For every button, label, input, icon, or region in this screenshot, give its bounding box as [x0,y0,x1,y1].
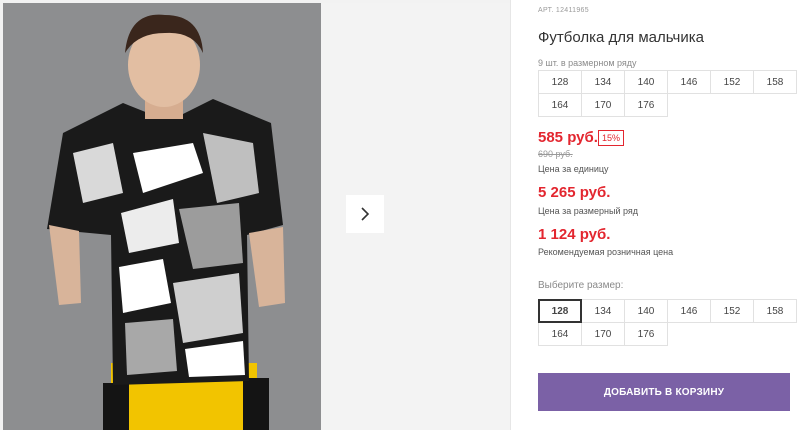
size-option-selected[interactable]: 128 [538,299,582,323]
range-size-cell: 176 [624,93,668,117]
retail-price-caption: Рекомендуемая розничная цена [538,247,674,257]
size-option[interactable]: 152 [710,299,754,323]
size-option[interactable]: 164 [538,322,582,346]
discount-badge: 15% [598,130,625,146]
range-size-cell: 164 [538,93,582,117]
boy-in-tshirt-illustration [3,3,321,430]
unit-price: 585 руб. [538,129,598,146]
product-title: Футболка для мальчика [538,29,704,46]
size-option[interactable]: 134 [581,299,625,323]
size-option[interactable]: 146 [667,299,711,323]
size-option[interactable]: 170 [581,322,625,346]
product-photo [3,3,321,430]
size-option[interactable]: 176 [624,322,668,346]
size-select-grid: 128 134 140 146 152 158 164 170 176 [538,299,797,346]
range-size-cell: 158 [753,70,797,94]
old-price: 690 руб. [538,149,573,159]
range-note: 9 шт. в размерном ряду [538,58,637,68]
size-select-label: Выберите размер: [538,280,624,291]
range-size-grid: 128 134 140 146 152 158 164 170 176 [538,70,797,117]
unit-price-caption: Цена за единицу [538,164,609,174]
vertical-divider [510,0,511,430]
range-size-cell: 146 [667,70,711,94]
size-option[interactable]: 158 [753,299,797,323]
product-gallery [0,0,510,430]
range-price: 5 265 руб. [538,184,611,201]
range-price-caption: Цена за размерный ряд [538,206,639,216]
range-size-cell: 128 [538,70,582,94]
range-size-cell: 134 [581,70,625,94]
article-number: АРТ. 12411965 [538,7,589,14]
chevron-right-icon [361,207,370,221]
size-option[interactable]: 140 [624,299,668,323]
range-size-cell: 152 [710,70,754,94]
gallery-next-button[interactable] [346,195,384,233]
retail-price: 1 124 руб. [538,226,611,243]
range-size-cell: 170 [581,93,625,117]
range-size-cell: 140 [624,70,668,94]
add-to-cart-button[interactable]: ДОБАВИТЬ В КОРЗИНУ [538,373,790,411]
